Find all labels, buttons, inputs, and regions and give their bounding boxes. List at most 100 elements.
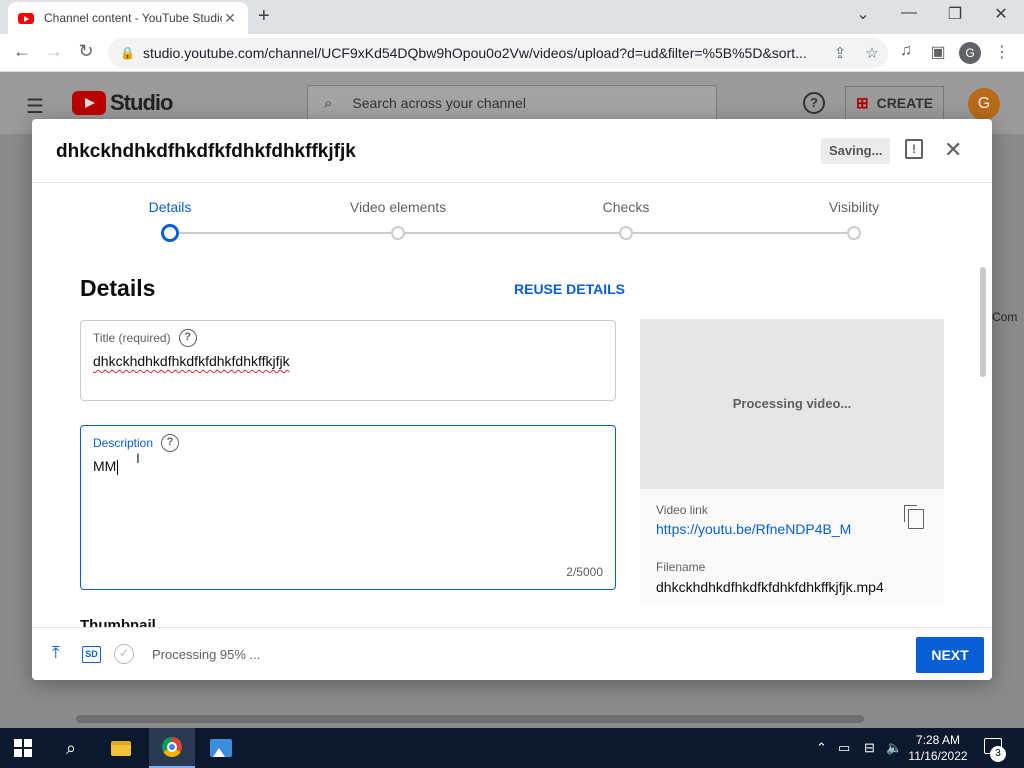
title-field-label-wrap: Title (required) ? <box>93 329 197 347</box>
start-button[interactable] <box>0 728 46 768</box>
dialog-footer: ⤒ SD ✓ Processing 95% ... NEXT <box>32 627 992 680</box>
search-icon: ⌕ <box>324 94 333 112</box>
dialog-body: Details REUSE DETAILS Title (required) ?… <box>32 253 992 627</box>
share-icon[interactable]: ⇪ <box>824 44 856 62</box>
filename-label: Filename <box>656 560 706 574</box>
details-heading: Details <box>80 275 156 301</box>
studio-horizontal-scrollbar[interactable] <box>76 715 864 723</box>
system-clock[interactable]: 7:28 AM 11/16/2022 <box>902 732 974 764</box>
back-icon[interactable]: ← <box>10 41 34 62</box>
filename-value: dhkckhdhkdfhkdfkfdhkfdhkffkjfjk.mp4 <box>656 579 884 595</box>
volume-icon[interactable]: 🔈 <box>886 740 902 756</box>
tab-title: Channel content - YouTube Studio <box>44 11 222 25</box>
step-visibility[interactable]: Visibility <box>829 199 879 215</box>
step-dot-checks[interactable] <box>619 226 633 240</box>
browser-toolbar: ← → ↻ 🔒 studio.youtube.com/channel/UCF9x… <box>0 34 1024 72</box>
description-value-wrap[interactable]: MM <box>93 458 119 475</box>
step-dot-visibility[interactable] <box>847 226 861 240</box>
reuse-details-button[interactable]: REUSE DETAILS <box>514 281 625 297</box>
text-caret <box>117 459 119 475</box>
checks-status-icon[interactable]: ✓ <box>114 644 134 664</box>
processing-video-text: Processing video... <box>732 396 852 411</box>
next-button[interactable]: NEXT <box>916 637 984 673</box>
upload-dialog: dhkckhdhkdfhkdfkfdhkfdhkffkjfjk Saving..… <box>32 119 992 680</box>
copy-link-icon[interactable] <box>904 505 924 529</box>
new-tab-button[interactable]: + <box>258 5 270 28</box>
address-bar[interactable]: 🔒 studio.youtube.com/channel/UCF9xKd54DQ… <box>108 38 888 68</box>
upload-status-icon[interactable]: ⤒ <box>52 643 60 663</box>
stepper-line <box>178 232 854 234</box>
feedback-icon[interactable]: ! <box>905 139 923 159</box>
minimize-icon[interactable]: — <box>886 4 932 22</box>
browser-tab[interactable]: Channel content - YouTube Studio ✕ <box>8 2 248 34</box>
tray-device-icon[interactable]: ▭ <box>838 740 850 756</box>
description-field[interactable]: Description ? MM I 2/5000 <box>80 425 616 590</box>
step-video-elements[interactable]: Video elements <box>350 199 446 215</box>
dialog-header: dhkckhdhkdfhkdfkfdhkfdhkffkjfjk Saving..… <box>32 119 992 183</box>
profile-avatar[interactable]: G <box>959 42 981 64</box>
title-value[interactable]: dhkckhdhkdfhkdfkfdhkfdhkffkjfjk <box>93 353 290 369</box>
step-details[interactable]: Details <box>149 199 192 215</box>
chrome-icon <box>162 737 182 757</box>
title-help-icon[interactable]: ? <box>178 329 197 347</box>
step-dot-details[interactable] <box>161 224 179 242</box>
clock-date: 11/16/2022 <box>908 749 968 763</box>
restore-icon[interactable]: ❐ <box>932 4 978 24</box>
video-link-label: Video link <box>656 503 708 517</box>
windows-logo-icon <box>14 739 32 757</box>
taskbar-chrome[interactable] <box>149 728 195 768</box>
saving-badge: Saving... <box>821 138 891 164</box>
channel-avatar[interactable]: G <box>968 88 1000 120</box>
description-value[interactable]: MM <box>93 458 116 474</box>
video-info-panel: Video link https://youtu.be/RfneNDP4B_M … <box>640 489 944 605</box>
description-help-icon[interactable]: ? <box>161 434 180 452</box>
bookmark-star-icon[interactable]: ☆ <box>856 44 888 62</box>
sd-quality-icon[interactable]: SD <box>82 646 101 663</box>
window-close-icon[interactable]: ✕ <box>978 4 1024 24</box>
side-panel-icon[interactable]: ▣ <box>926 42 950 62</box>
description-label: Description <box>93 436 154 450</box>
title-field[interactable]: Title (required) ? dhkckhdhkdfhkdfkfdhkf… <box>80 320 616 401</box>
media-control-icon[interactable]: ♫ <box>894 42 918 60</box>
browser-menu-icon[interactable]: ⋮ <box>990 42 1014 62</box>
network-icon[interactable]: ⊟ <box>864 740 875 756</box>
reload-icon[interactable]: ↻ <box>74 41 98 62</box>
studio-column-text: Com <box>992 310 1018 324</box>
step-checks[interactable]: Checks <box>603 199 650 215</box>
taskbar-search[interactable]: ⌕ <box>48 728 94 768</box>
search-placeholder: Search across your channel <box>352 95 526 111</box>
close-dialog-icon[interactable]: ✕ <box>944 137 962 163</box>
title-field-label: Title (required) <box>93 331 171 345</box>
dialog-scrollbar[interactable] <box>980 267 986 377</box>
tray-overflow-icon[interactable]: ⌃ <box>816 740 827 756</box>
clock-time: 7:28 AM <box>915 733 961 747</box>
tab-search-chevron-icon[interactable]: ⌄ <box>840 4 886 24</box>
search-icon: ⌕ <box>65 737 77 758</box>
video-link[interactable]: https://youtu.be/RfneNDP4B_M <box>656 521 851 537</box>
taskbar-photos[interactable] <box>198 728 244 768</box>
taskbar-file-explorer[interactable] <box>98 728 144 768</box>
youtube-logo-icon <box>72 91 106 115</box>
description-counter: 2/5000 <box>566 565 603 579</box>
url-text[interactable]: studio.youtube.com/channel/UCF9xKd54DQbw… <box>143 45 824 61</box>
ibeam-cursor-icon: I <box>136 450 140 466</box>
tab-close-icon[interactable]: ✕ <box>222 10 238 27</box>
step-dot-video-elements[interactable] <box>391 226 405 240</box>
help-icon[interactable]: ? <box>803 92 825 114</box>
hamburger-menu-icon[interactable]: ☰ <box>26 94 44 119</box>
folder-icon <box>111 740 131 756</box>
create-label: CREATE <box>876 95 934 111</box>
youtube-favicon-icon <box>18 12 34 24</box>
forward-icon[interactable]: → <box>42 41 66 62</box>
windows-taskbar: ⌕ ⌃ ▭ ⊟ 🔈 7:28 AM 11/16/2022 3 <box>0 728 1024 768</box>
create-video-icon: ⊞ <box>856 95 869 112</box>
processing-status: Processing 95% ... <box>152 647 261 662</box>
create-button[interactable]: ⊞ CREATE <box>845 86 945 120</box>
lock-icon[interactable]: 🔒 <box>120 46 135 60</box>
browser-tabstrip: Channel content - YouTube Studio ✕ + ⌄ —… <box>0 0 1024 34</box>
dialog-title: dhkckhdhkdfhkdfkfdhkfdhkffkjfjk <box>56 141 356 162</box>
studio-search-input[interactable]: ⌕ Search across your channel <box>307 85 717 121</box>
video-preview: Processing video... <box>640 319 944 489</box>
studio-logo[interactable]: Studio <box>72 90 173 116</box>
photos-icon <box>210 739 232 757</box>
